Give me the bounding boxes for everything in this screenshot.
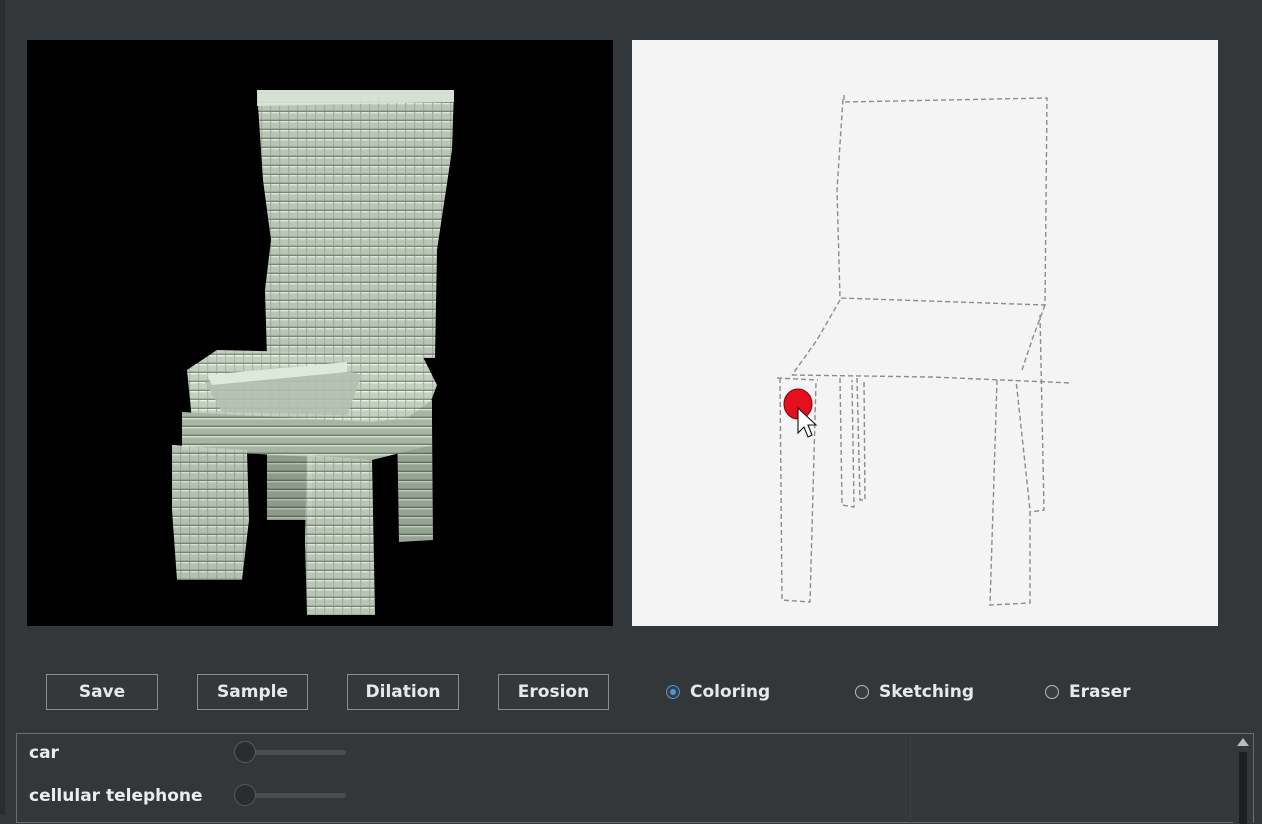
- mode-sketching-label: Sketching: [879, 682, 975, 702]
- category-label: cellular telephone: [29, 786, 203, 806]
- scroll-thumb[interactable]: [1239, 752, 1247, 824]
- mode-eraser-label: Eraser: [1069, 682, 1131, 702]
- voxel-3d-view[interactable]: [27, 40, 613, 626]
- voxel-chair-render: [172, 90, 454, 615]
- category-label: car: [29, 743, 59, 763]
- category-slider-list[interactable]: car cellular telephone: [16, 733, 1254, 824]
- mode-sketching-radio[interactable]: Sketching: [855, 680, 974, 704]
- slider-handle[interactable]: [234, 741, 256, 763]
- chair-sketch: [776, 95, 1073, 606]
- window-left-edge: [0, 0, 5, 815]
- category-slider-car[interactable]: [234, 741, 346, 763]
- save-button[interactable]: Save: [46, 674, 158, 710]
- mode-eraser-radio[interactable]: Eraser: [1045, 680, 1131, 704]
- erosion-button[interactable]: Erosion: [498, 674, 609, 710]
- category-slider-cellular-telephone[interactable]: [234, 784, 346, 806]
- radio-unchecked-icon: [1045, 685, 1059, 699]
- category-row-car: car: [29, 740, 59, 766]
- column-divider: [910, 734, 911, 824]
- vertical-scrollbar[interactable]: [1233, 734, 1253, 824]
- dilation-button[interactable]: Dilation: [347, 674, 459, 710]
- radio-checked-icon: [666, 685, 680, 699]
- category-row-cellular-telephone: cellular telephone: [29, 783, 203, 809]
- slider-handle[interactable]: [234, 784, 256, 806]
- mode-coloring-label: Coloring: [690, 682, 771, 702]
- sketch-canvas[interactable]: [632, 40, 1218, 626]
- sample-button[interactable]: Sample: [197, 674, 308, 710]
- radio-unchecked-icon: [855, 685, 869, 699]
- scroll-up-arrow-icon[interactable]: [1237, 738, 1249, 746]
- mode-coloring-radio[interactable]: Coloring: [666, 680, 770, 704]
